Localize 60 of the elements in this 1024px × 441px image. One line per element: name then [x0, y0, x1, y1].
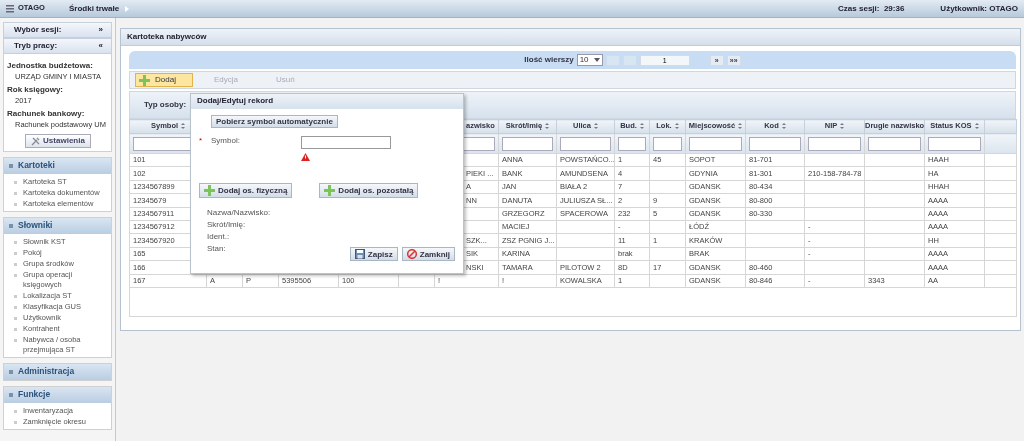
- add-person-button[interactable]: Dodaj os. fizyczną: [199, 183, 293, 199]
- panel-title: Kartoteka nabywców: [121, 29, 1020, 46]
- section-title: Funkcje: [18, 389, 51, 400]
- section-title: Administracja: [18, 366, 75, 377]
- settings-button[interactable]: Ustawienia: [25, 134, 91, 148]
- toggle-button[interactable]: «: [98, 41, 103, 51]
- sort-icon: [181, 123, 186, 130]
- toolbar-button[interactable]: Dodaj: [135, 73, 193, 87]
- filter-label: Typ osoby:: [144, 100, 187, 110]
- toggle-button[interactable]: »: [98, 25, 103, 35]
- symbol-label: Symbol:: [211, 136, 241, 148]
- sort-icon: [738, 123, 743, 130]
- info-label: Rok księgowy:: [7, 84, 64, 94]
- section-header[interactable]: Administracja: [4, 363, 111, 380]
- section-header[interactable]: Funkcje: [4, 386, 111, 403]
- sort-icon: [593, 123, 598, 130]
- sort-icon: [974, 123, 979, 130]
- user-name: Użytkownik: OTAGO: [940, 3, 1018, 14]
- logo-icon: [6, 4, 14, 13]
- tools-icon: [31, 136, 41, 146]
- section-title: Kartoteki: [18, 160, 55, 171]
- sidebar-header[interactable]: Wybór sesji: »: [3, 22, 112, 38]
- dialog-title: Dodaj/Edytuj rekord: [191, 94, 463, 109]
- sort-icon: [840, 123, 845, 130]
- module-title: Środki trwałe: [68, 3, 120, 14]
- plus-icon: [324, 185, 336, 197]
- section-header[interactable]: Kartoteki: [4, 157, 111, 174]
- info-label: Jednostka budżetowa:: [7, 61, 94, 71]
- info-label: Rachunek bankowy:: [7, 108, 86, 118]
- plus-icon: [139, 74, 150, 86]
- bullet-icon: [9, 163, 13, 168]
- rows-label: Ilość wierszy: [524, 55, 574, 65]
- field-label: Skrót/Imię:: [207, 219, 246, 232]
- section-header[interactable]: Słowniki: [4, 217, 111, 234]
- sort-icon: [545, 123, 550, 130]
- symbol-field[interactable]: [301, 136, 391, 150]
- bullet-icon: [9, 223, 13, 228]
- session-time: Czas sesji: 29:36: [838, 3, 905, 14]
- plus-icon: [204, 185, 215, 197]
- bullet-icon: [9, 369, 13, 374]
- sidebar-header[interactable]: Tryb pracy: «: [3, 38, 112, 54]
- add-person-button[interactable]: Dodaj os. pozostałą: [319, 183, 419, 199]
- field-label: Ident.:: [207, 231, 230, 244]
- auto-symbol-button[interactable]: Pobierz symbol automatycznie: [211, 115, 338, 129]
- no-entry-icon: [406, 249, 417, 260]
- arrow-icon: [124, 5, 131, 12]
- sort-icon: [781, 123, 786, 130]
- rows-select[interactable]: 10: [576, 54, 603, 66]
- header-label: Wybór sesji:: [14, 25, 62, 35]
- bullet-icon: [9, 392, 13, 397]
- header-label: Tryb pracy:: [14, 41, 58, 51]
- caret-icon: [593, 58, 600, 62]
- sort-icon: [674, 123, 679, 130]
- dialog-button[interactable]: Zamknij: [401, 247, 455, 262]
- sort-icon: [639, 123, 644, 130]
- field-label: Stan:: [207, 243, 226, 256]
- required-mark: *: [199, 136, 204, 148]
- field-label: Nazwa/Nazwisko:: [207, 207, 271, 220]
- dialog-button[interactable]: Zapisz: [349, 247, 398, 262]
- section-title: Słowniki: [18, 220, 53, 231]
